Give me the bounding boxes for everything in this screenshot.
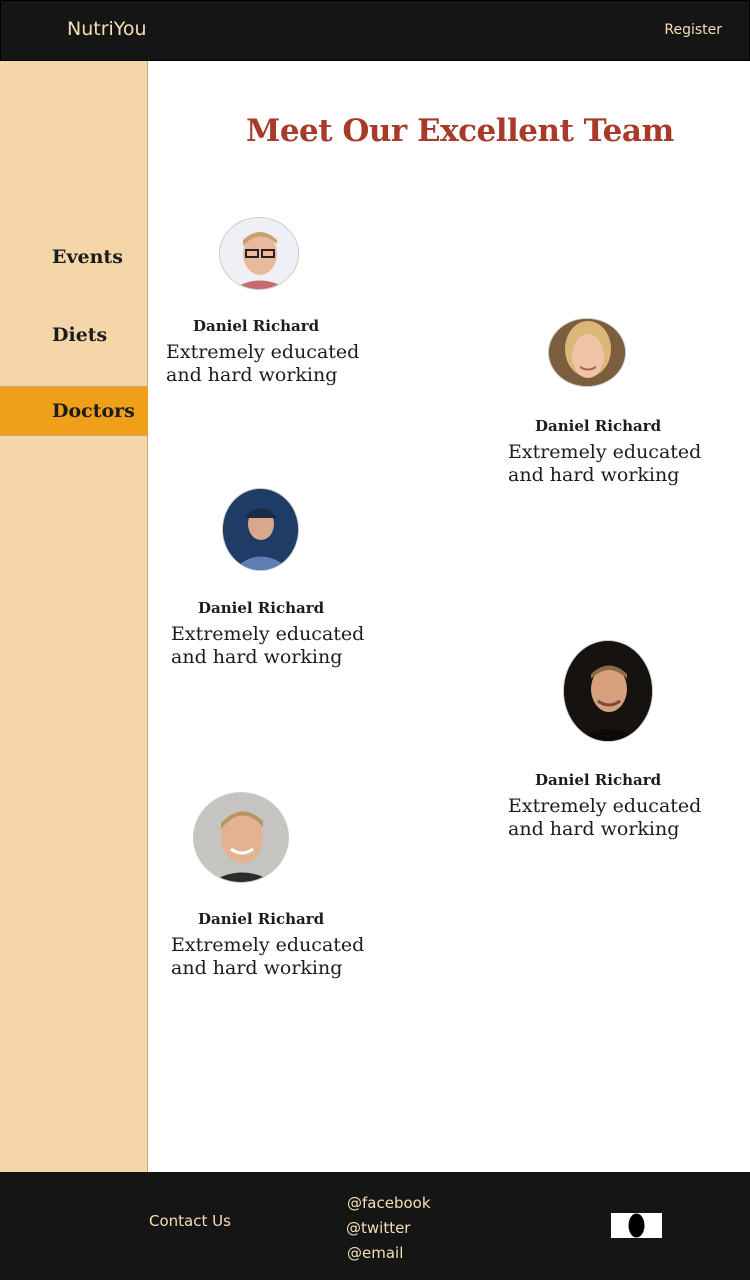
eye-logo-icon xyxy=(611,1213,662,1238)
member-description: Extremely educated and hard working xyxy=(508,441,702,486)
sidebar-item-diets[interactable]: Diets xyxy=(0,310,148,360)
member-name: Daniel Richard xyxy=(535,771,662,789)
sidebar-item-label: Diets xyxy=(52,324,108,346)
contact-us-link[interactable]: Contact Us xyxy=(149,1212,231,1230)
person-smile-avatar xyxy=(193,792,289,883)
email-link[interactable]: @email xyxy=(347,1244,403,1262)
sidebar: Events Diets Doctors xyxy=(0,61,148,1172)
sidebar-item-label: Doctors xyxy=(52,400,135,422)
member-name: Daniel Richard xyxy=(198,910,325,928)
person-glasses-avatar xyxy=(219,217,299,290)
member-name: Daniel Richard xyxy=(193,317,320,335)
member-name: Daniel Richard xyxy=(198,599,325,617)
page-title: Meet Our Excellent Team xyxy=(246,113,674,149)
sidebar-item-label: Events xyxy=(52,246,123,268)
member-description: Extremely educated and hard working xyxy=(171,934,365,979)
person-blonde-avatar xyxy=(548,318,626,387)
facebook-link[interactable]: @facebook xyxy=(347,1194,431,1212)
sidebar-item-events[interactable]: Events xyxy=(0,232,148,282)
person-cap-avatar xyxy=(222,488,299,571)
register-link[interactable]: Register xyxy=(664,22,722,38)
person-dark-avatar xyxy=(563,640,653,742)
sidebar-item-doctors[interactable]: Doctors xyxy=(0,386,148,436)
twitter-link[interactable]: @twitter xyxy=(346,1219,410,1237)
member-name: Daniel Richard xyxy=(535,417,662,435)
footer: Contact Us @facebook @twitter @email xyxy=(0,1172,750,1280)
member-description: Extremely educated and hard working xyxy=(171,623,365,668)
member-description: Extremely educated and hard working xyxy=(166,341,360,386)
top-navbar: NutriYou Register xyxy=(0,0,750,61)
member-description: Extremely educated and hard working xyxy=(508,795,702,840)
brand-logo-text[interactable]: NutriYou xyxy=(67,18,147,40)
